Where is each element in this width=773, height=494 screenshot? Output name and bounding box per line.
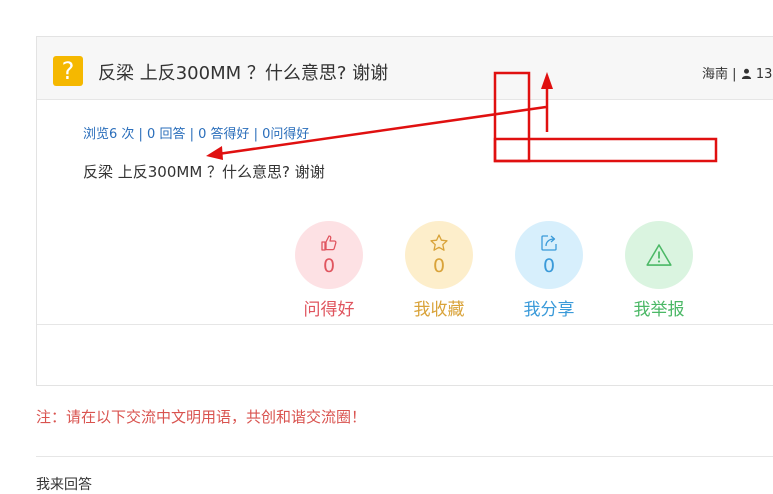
answer-section-label: 我来回答 xyxy=(36,477,92,493)
report-circle[interactable] xyxy=(625,221,693,289)
question-mark-icon: ? xyxy=(53,56,83,86)
report-button[interactable]: 我举报 xyxy=(609,221,709,320)
report-label: 我举报 xyxy=(633,300,685,320)
thumbs-up-icon xyxy=(321,235,337,251)
share-label: 我分享 xyxy=(523,300,575,320)
share-count: 0 xyxy=(542,255,556,277)
user-count: 13 xyxy=(755,67,773,82)
favorite-count: 0 xyxy=(432,255,446,277)
good-question-circle[interactable]: 0 xyxy=(295,221,363,289)
favorite-button[interactable]: 0 我收藏 xyxy=(389,221,489,320)
question-stats: 浏览6 次 | 0 回答 | 0 答得好 | 0问得好 xyxy=(83,127,310,142)
meta-separator: | xyxy=(732,67,741,82)
user-icon xyxy=(741,68,752,79)
warning-icon xyxy=(646,244,672,266)
card-divider xyxy=(37,324,773,325)
location-text: 海南 xyxy=(702,67,729,82)
question-card: ? 反梁 上反300MM ？什么意思? 谢谢 海南 | 13 浏览6 次 | 0… xyxy=(36,36,773,386)
good-question-label: 问得好 xyxy=(303,300,355,320)
section-divider xyxy=(36,456,773,457)
civility-notice: 注：请在以下交流中文明用语，共创和谐交流圈！ xyxy=(36,408,367,426)
good-question-count: 0 xyxy=(322,255,336,277)
question-title: 反梁 上反300MM ？什么意思? 谢谢 xyxy=(98,63,389,84)
good-question-button[interactable]: 0 问得好 xyxy=(279,221,379,320)
share-circle[interactable]: 0 xyxy=(515,221,583,289)
share-button[interactable]: 0 我分享 xyxy=(499,221,599,320)
question-content: 反梁 上反300MM ？什么意思? 谢谢 xyxy=(83,163,325,181)
question-meta: 海南 | 13 xyxy=(702,63,772,82)
favorite-circle[interactable]: 0 xyxy=(405,221,473,289)
share-icon xyxy=(541,235,557,251)
question-header: ? 反梁 上反300MM ？什么意思? 谢谢 海南 | 13 xyxy=(37,37,773,100)
star-icon xyxy=(430,234,448,251)
favorite-label: 我收藏 xyxy=(413,300,465,320)
